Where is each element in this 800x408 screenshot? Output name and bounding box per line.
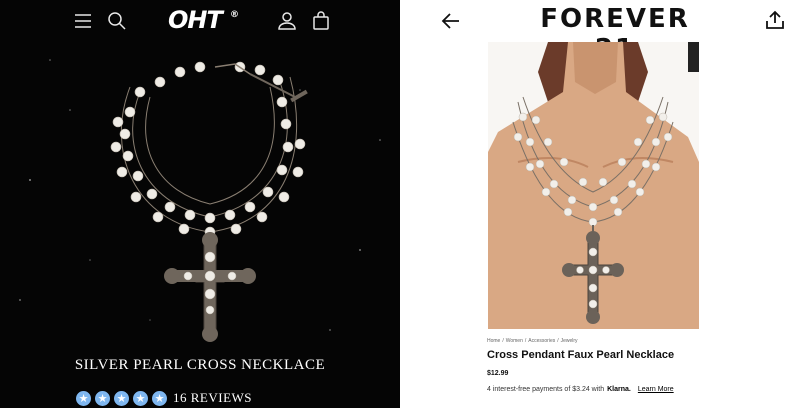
model-product-photo[interactable] [488,42,699,329]
breadcrumb-women[interactable]: Women [506,338,523,344]
breadcrumb-home[interactable]: Home [487,338,500,344]
breadcrumb-jewelry[interactable]: Jewelry [561,338,578,344]
breadcrumb-separator: / [557,338,559,344]
oht-header: OHT ® [0,0,400,42]
installments-text: 4 interest-free payments of $3.24 with [487,386,605,393]
search-icon[interactable] [106,10,128,32]
klarna-logo: Klarna. [607,386,631,393]
breadcrumb-accessories[interactable]: Accessories [528,338,555,344]
star-icon: ★ [114,390,129,406]
logo-mark: ® [230,10,239,20]
star-icon: ★ [133,390,148,406]
reviews-link[interactable]: 16 REVIEWS [173,390,252,406]
cart-icon[interactable] [310,10,332,32]
breadcrumb-separator: / [502,338,504,344]
logo-text: OHT [168,6,223,34]
forever21-product-panel: FOREVER 21 [400,0,800,408]
product-price: $12.99 [487,370,509,377]
account-icon[interactable] [276,10,298,32]
oht-logo[interactable]: OHT ® [168,6,239,36]
product-image[interactable] [100,52,340,352]
star-icon: ★ [95,390,110,406]
star-icon: ★ [152,390,167,406]
share-icon[interactable] [764,9,786,31]
back-arrow-icon[interactable] [440,10,462,32]
breadcrumb-separator: / [524,338,527,344]
oht-product-panel: OHT ® SILVER PEARL CROSS NECKLACE ★ ★ ★ … [0,0,400,408]
rating-row[interactable]: ★ ★ ★ ★ ★ 16 REVIEWS [76,388,252,408]
klarna-installments: 4 interest-free payments of $3.24 with K… [487,386,674,393]
star-icon: ★ [76,390,91,406]
product-title: SILVER PEARL CROSS NECKLACE [74,357,326,373]
breadcrumb: Home / Women / Accessories / Jewelry [487,338,580,344]
menu-icon[interactable] [72,10,94,32]
learn-more-link[interactable]: Learn More [638,386,674,393]
product-name: Cross Pendant Faux Pearl Necklace [487,349,675,361]
